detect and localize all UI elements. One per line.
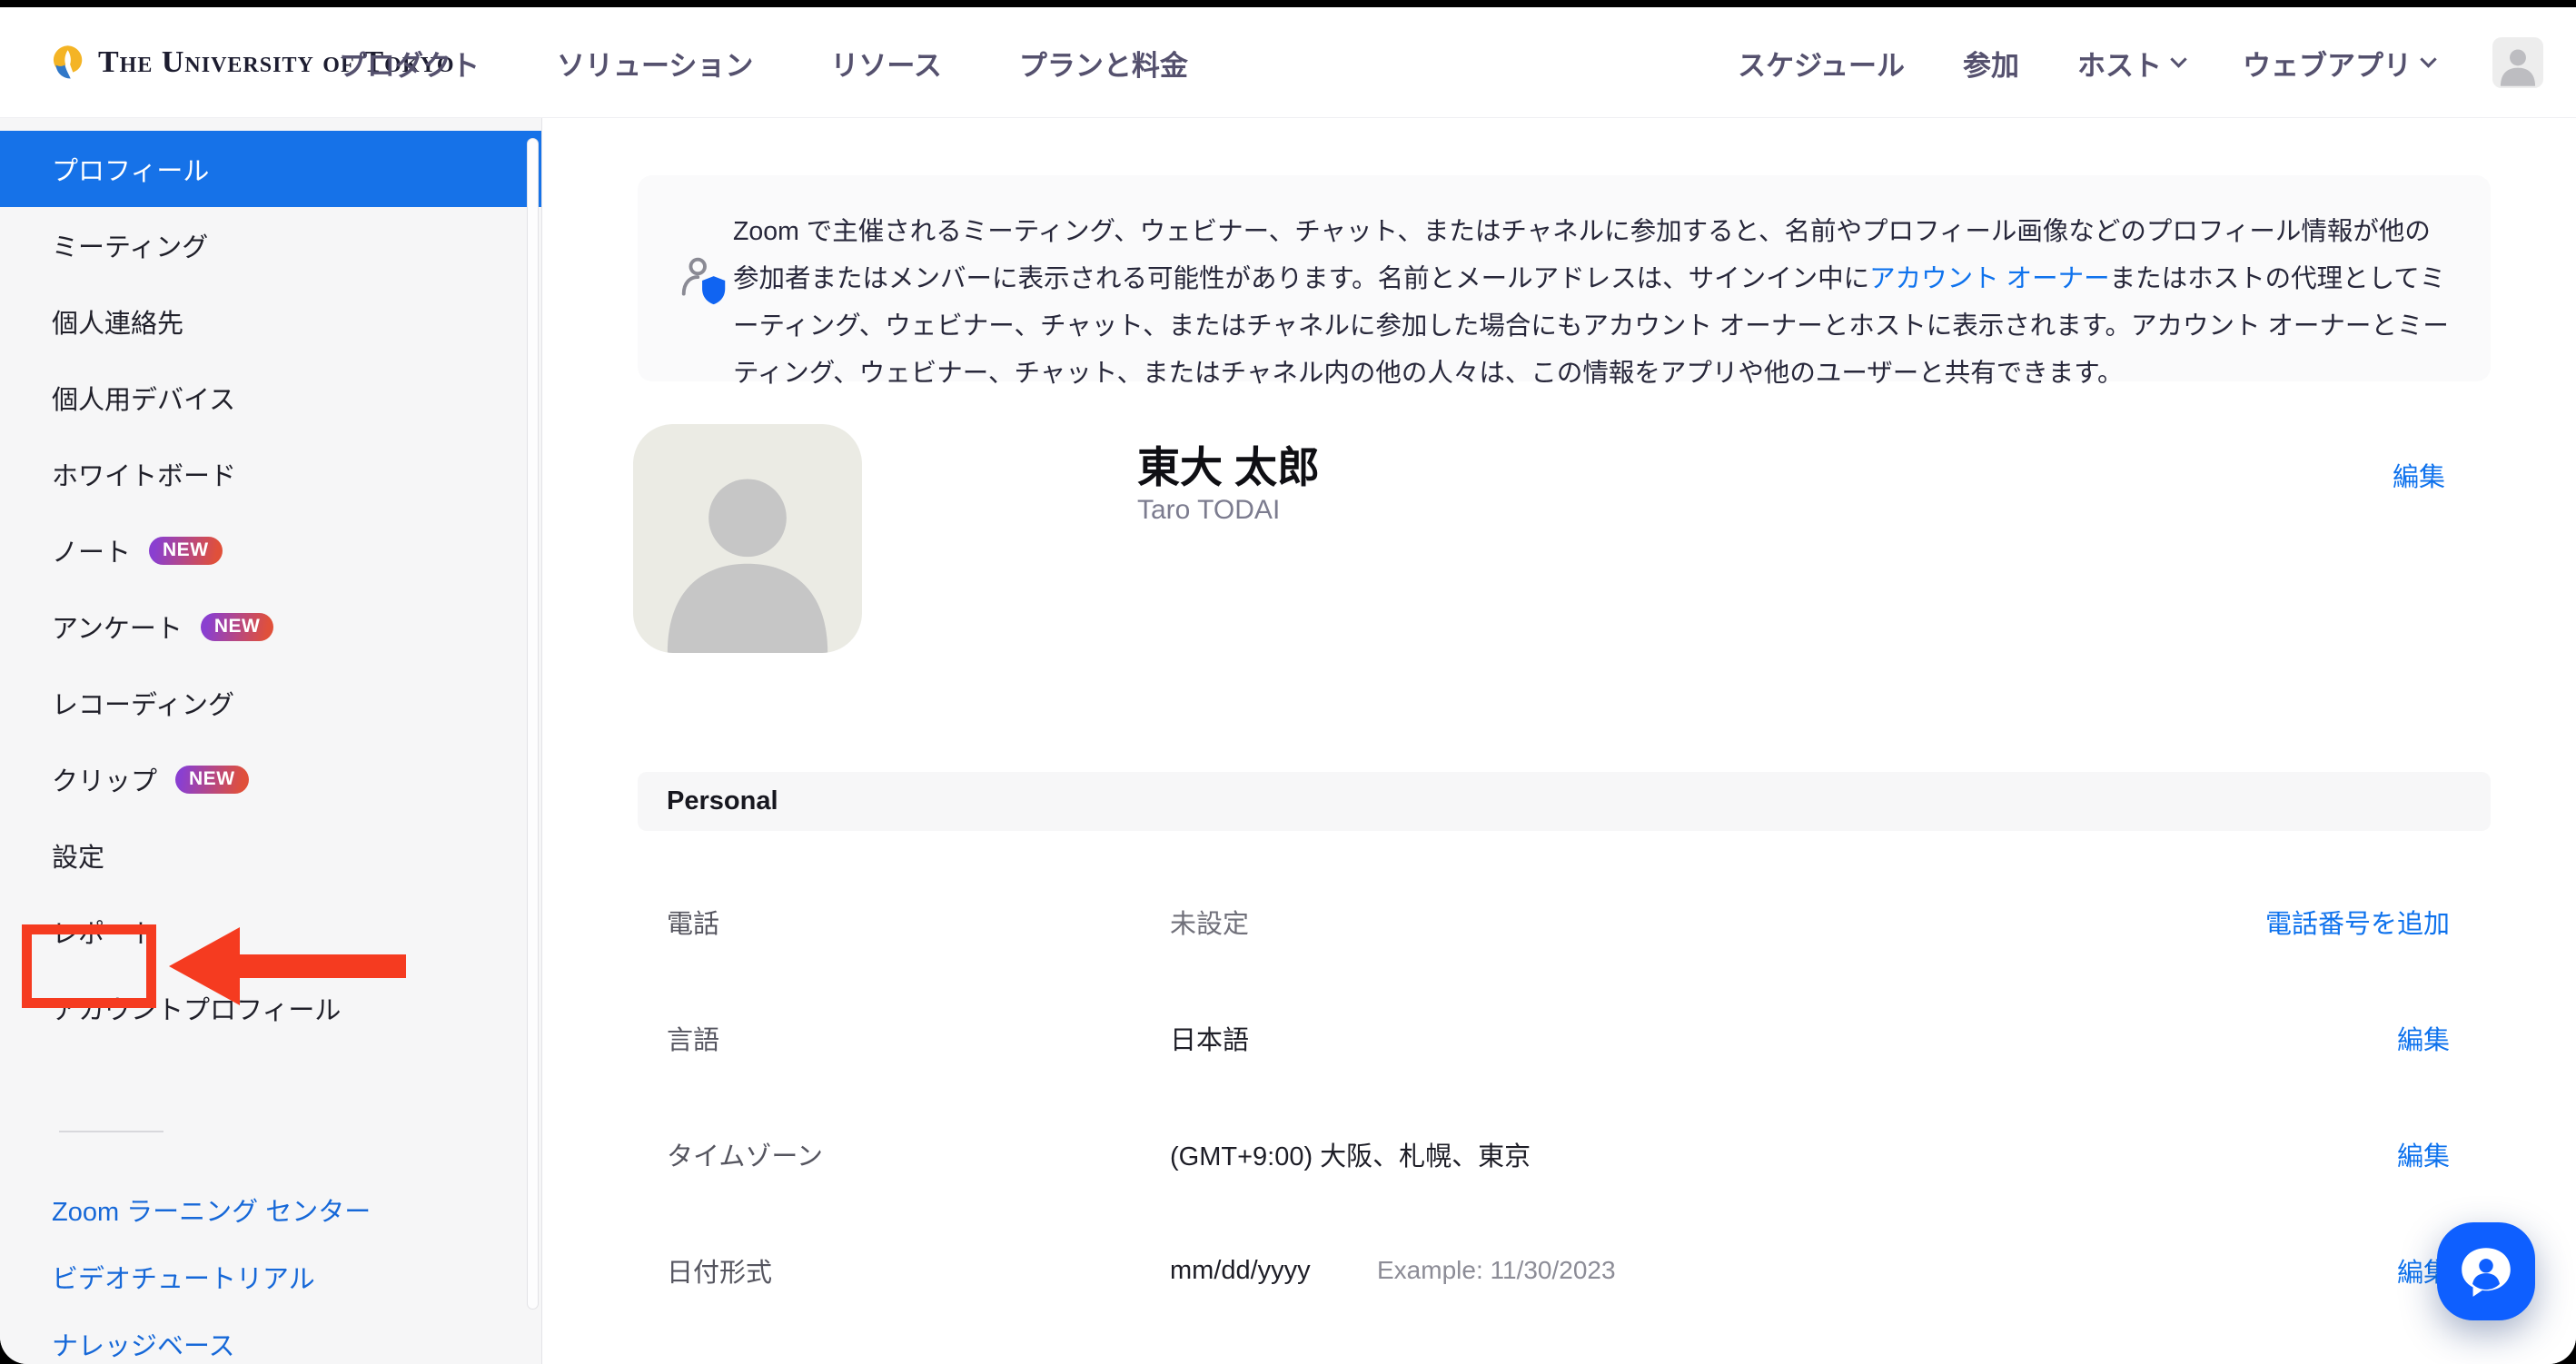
- row-label: 日付形式: [667, 1251, 772, 1290]
- sidebar-item-personal-contacts[interactable]: 個人連絡先: [0, 283, 541, 360]
- chevron-down-icon: [2170, 51, 2186, 67]
- row-value: 未設定: [1170, 903, 1249, 941]
- row-label: 電話: [667, 903, 719, 941]
- person-shield-privacy-icon: [676, 252, 732, 308]
- annotation-arrow-head: [169, 927, 240, 1005]
- row-timezone: タイムゾーン (GMT+9:00) 大阪、札幌、東京 編集: [638, 1096, 2491, 1212]
- screenshot-page: The University of Tokyo プロダクト ソリューション リソ…: [0, 0, 2576, 1364]
- sidebar-item-notes[interactable]: ノートNEW: [0, 512, 541, 588]
- annotation-red-arrow: [169, 927, 406, 1005]
- person-silhouette-icon: [2492, 37, 2543, 88]
- chevron-down-icon: [2420, 51, 2436, 67]
- person-silhouette-icon: [633, 424, 862, 653]
- support-chat-button[interactable]: [2437, 1222, 2535, 1320]
- nav-host[interactable]: ホスト: [2077, 43, 2185, 84]
- sidebar: プロフィール ミーティング 個人連絡先 個人用デバイス ホワイトボード ノートN…: [0, 118, 542, 1364]
- annotation-arrow-shaft: [238, 954, 406, 978]
- row-label: タイムゾーン: [667, 1135, 823, 1173]
- privacy-notice: Zoom で主催されるミーティング、ウェビナー、チャット、またはチャネルに参加す…: [638, 175, 2491, 381]
- date-format-example: Example: 11/30/2023: [1377, 1256, 1616, 1285]
- zoom-web-portal-window: The University of Tokyo プロダクト ソリューション リソ…: [0, 7, 2576, 1364]
- top-header: The University of Tokyo プロダクト ソリューション リソ…: [0, 7, 2576, 118]
- account-owner-link[interactable]: アカウント オーナー: [1869, 264, 2109, 293]
- row-date-format: 日付形式 mm/dd/yyyy Example: 11/30/2023 編集: [638, 1212, 2491, 1329]
- personal-section-header: Personal: [638, 772, 2491, 831]
- sidebar-item-personal-devices[interactable]: 個人用デバイス: [0, 360, 541, 436]
- add-phone-number-link[interactable]: 電話番号を追加: [2265, 903, 2450, 941]
- sidebar-scrollbar[interactable]: [527, 138, 539, 1310]
- sidebar-item-clips[interactable]: クリップNEW: [0, 741, 541, 817]
- sidebar-item-settings[interactable]: 設定: [0, 817, 541, 894]
- nav-schedule[interactable]: スケジュール: [1738, 43, 1905, 84]
- row-label: 言語: [667, 1019, 719, 1057]
- sidebar-item-surveys[interactable]: アンケートNEW: [0, 588, 541, 665]
- primary-nav: プロダクト ソリューション リソース プランと料金: [339, 7, 1188, 118]
- nav-plans-pricing[interactable]: プランと料金: [1019, 43, 1188, 84]
- profile-romanized-name: Taro TODAI: [1137, 495, 1280, 526]
- nav-resources[interactable]: リソース: [830, 43, 941, 84]
- annotation-red-box: [22, 924, 156, 1008]
- profile-avatar[interactable]: [633, 424, 862, 653]
- sidebar-link-zoom-learning-center[interactable]: Zoom ラーニング センター: [0, 1176, 541, 1243]
- account-nav: スケジュール 参加 ホスト ウェブアプリ: [1738, 7, 2543, 118]
- sidebar-menu: プロフィール ミーティング 個人連絡先 個人用デバイス ホワイトボード ノートN…: [0, 118, 541, 1046]
- nav-join[interactable]: 参加: [1963, 43, 2019, 84]
- sidebar-item-whiteboard[interactable]: ホワイトボード: [0, 436, 541, 512]
- edit-timezone-link[interactable]: 編集: [2397, 1135, 2450, 1173]
- sidebar-item-recordings[interactable]: レコーディング: [0, 665, 541, 741]
- edit-language-link[interactable]: 編集: [2397, 1019, 2450, 1057]
- sidebar-item-profile[interactable]: プロフィール: [0, 131, 541, 207]
- row-value: (GMT+9:00) 大阪、札幌、東京: [1170, 1135, 1531, 1173]
- header-avatar[interactable]: [2492, 37, 2543, 88]
- personal-section-title: Personal: [667, 786, 778, 816]
- sidebar-footer-links: Zoom ラーニング センター ビデオチュートリアル ナレッジベース: [0, 1176, 541, 1364]
- row-language: 言語 日本語 編集: [638, 980, 2491, 1096]
- sidebar-link-video-tutorials[interactable]: ビデオチュートリアル: [0, 1243, 541, 1310]
- row-phone: 電話 未設定 電話番号を追加: [638, 864, 2491, 980]
- profile-main-content: Zoom で主催されるミーティング、ウェビナー、チャット、またはチャネルに参加す…: [542, 118, 2576, 1364]
- nav-products[interactable]: プロダクト: [339, 43, 480, 84]
- chat-person-icon: [2456, 1241, 2516, 1301]
- new-badge: NEW: [175, 766, 249, 794]
- new-badge: NEW: [149, 537, 223, 565]
- profile-display-name: 東大 太郎: [1137, 432, 1320, 495]
- sidebar-link-knowledge-base[interactable]: ナレッジベース: [0, 1310, 541, 1364]
- nav-web-app[interactable]: ウェブアプリ: [2243, 43, 2434, 84]
- university-of-tokyo-ginkgo-icon: [49, 43, 85, 83]
- new-badge: NEW: [201, 613, 274, 641]
- row-value: 日本語: [1170, 1019, 1249, 1057]
- profile-edit-link[interactable]: 編集: [2393, 456, 2445, 494]
- sidebar-divider: [59, 1131, 163, 1132]
- nav-solutions[interactable]: ソリューション: [557, 43, 753, 84]
- privacy-notice-text: Zoom で主催されるミーティング、ウェビナー、チャット、またはチャネルに参加す…: [733, 208, 2452, 397]
- sidebar-item-meetings[interactable]: ミーティング: [0, 207, 541, 283]
- row-value: mm/dd/yyyy: [1170, 1256, 1311, 1286]
